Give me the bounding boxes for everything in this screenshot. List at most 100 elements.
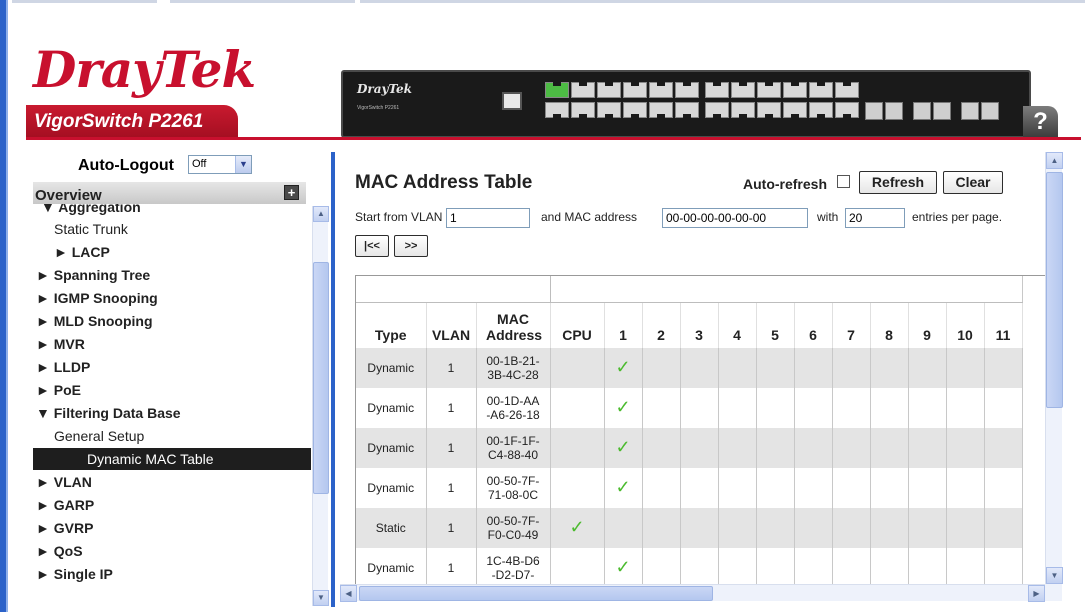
switch-port-17	[757, 82, 781, 98]
cell-port-3	[680, 428, 719, 468]
sfp-port	[865, 102, 883, 120]
sidebar-item-label: ► IGMP Snooping	[36, 290, 158, 306]
cell-type: Static	[356, 508, 427, 548]
cell-port-10	[946, 548, 985, 584]
switch-port-5	[597, 82, 621, 98]
cell-type: Dynamic	[356, 468, 427, 508]
sidebar-item-gvrp[interactable]: ► GVRP	[33, 517, 311, 539]
entries-per-page-input[interactable]: 20	[845, 208, 905, 228]
cell-cpu	[550, 388, 605, 428]
chevron-down-icon[interactable]: ▼	[235, 156, 251, 173]
col-header-port-8: 8	[870, 302, 909, 348]
mac-address-input[interactable]: 00-00-00-00-00-00	[662, 208, 808, 228]
cell-port-7	[832, 428, 871, 468]
switch-port-19	[783, 82, 807, 98]
scroll-down-icon[interactable]: ▼	[313, 590, 329, 606]
cell-port-4	[718, 468, 757, 508]
switch-front-panel-image: DrayTek VigorSwitch P2261	[341, 70, 1031, 138]
sidebar-item-igmp-snooping[interactable]: ► IGMP Snooping	[33, 287, 311, 309]
model-name: VigorSwitch P2261	[34, 111, 204, 132]
cell-mac-address: 00-1F-1F- C4-88-40	[476, 428, 551, 468]
start-vlan-input[interactable]: 1	[446, 208, 530, 228]
sidebar-item-garp[interactable]: ► GARP	[33, 494, 311, 516]
sidebar-item-qos[interactable]: ► QoS	[33, 540, 311, 562]
col-header-mac-address-text: MAC Address	[486, 311, 543, 343]
cell-port-2	[642, 468, 681, 508]
scrollbar-corner	[1045, 584, 1062, 601]
autologout-select[interactable]: Off ▼	[188, 155, 252, 174]
cell-port-7	[832, 348, 871, 388]
mac-line-2: 3B-4C-28	[487, 368, 539, 382]
model-banner: VigorSwitch P2261	[26, 105, 238, 137]
clear-button[interactable]: Clear	[943, 171, 1003, 194]
main-horizontal-scrollbar[interactable]: ◀ ▶	[340, 584, 1062, 602]
auto-refresh-checkbox[interactable]	[837, 175, 850, 188]
cell-vlan: 1	[426, 348, 477, 388]
sidebar-item-single-ip[interactable]: ► Single IP	[33, 563, 311, 585]
sidebar-item-aggregation[interactable]: ▼ Aggregation	[33, 204, 311, 218]
switch-port-10	[649, 102, 673, 118]
sidebar-item-vlan[interactable]: ► VLAN	[33, 471, 311, 493]
cell-port-6	[794, 428, 833, 468]
sidebar-item-spanning-tree[interactable]: ► Spanning Tree	[33, 264, 311, 286]
switch-port-13	[705, 82, 729, 98]
overview-label: Overview	[35, 187, 102, 204]
sidebar-item-filtering-data-base[interactable]: ▼ Filtering Data Base	[33, 402, 311, 424]
window-top-strip	[0, 0, 1085, 12]
cell-port-1: ✓	[604, 348, 643, 388]
scroll-down-icon[interactable]: ▼	[1046, 567, 1063, 584]
sidebar-item-general-setup[interactable]: General Setup	[33, 425, 311, 447]
mac-line-1: 00-1B-21-	[486, 354, 540, 368]
help-button[interactable]: ?	[1023, 106, 1058, 138]
cell-vlan: 1	[426, 508, 477, 548]
sfp-port	[961, 102, 979, 120]
refresh-button[interactable]: Refresh	[859, 171, 937, 194]
first-page-button[interactable]: |<<	[355, 235, 389, 257]
main-hscroll-thumb[interactable]	[359, 586, 713, 601]
sidebar-scroll-thumb[interactable]	[313, 262, 329, 494]
next-page-button[interactable]: >>	[394, 235, 428, 257]
cell-vlan: 1	[426, 468, 477, 508]
cell-port-11	[984, 348, 1023, 388]
cell-vlan: 1	[426, 388, 477, 428]
frame-divider[interactable]	[331, 152, 335, 607]
scroll-up-icon[interactable]: ▲	[313, 206, 329, 222]
switch-port-7	[623, 82, 647, 98]
scroll-up-icon[interactable]: ▲	[1046, 152, 1063, 169]
cell-port-6	[794, 508, 833, 548]
cell-port-7	[832, 388, 871, 428]
sidebar-item-label: ► LACP	[54, 244, 110, 260]
scroll-left-icon[interactable]: ◀	[340, 585, 357, 602]
cell-port-3	[680, 508, 719, 548]
sidebar-item-poe[interactable]: ► PoE	[33, 379, 311, 401]
sidebar-item-mld-snooping[interactable]: ► MLD Snooping	[33, 310, 311, 332]
expand-plus-icon[interactable]: +	[284, 185, 299, 200]
sidebar-scrollbar[interactable]: ▲ ▼	[312, 206, 329, 606]
sidebar-item-dynamic-mac-table[interactable]: Dynamic MAC Table	[33, 448, 311, 470]
with-label: with	[817, 210, 839, 224]
cell-port-10	[946, 428, 985, 468]
scroll-right-icon[interactable]: ▶	[1028, 585, 1045, 602]
cell-port-11	[984, 508, 1023, 548]
check-icon: ✓	[615, 397, 631, 417]
table-row: Dynamic 1 1C-4B-D6 -D2-D7- ✓	[356, 548, 1023, 584]
main-vertical-scrollbar[interactable]: ▲ ▼	[1045, 152, 1063, 584]
cell-port-5	[756, 428, 795, 468]
sidebar-item-label: Static Trunk	[54, 221, 128, 237]
cell-port-4	[718, 548, 757, 584]
sfp-port	[933, 102, 951, 120]
cell-port-11	[984, 468, 1023, 508]
sidebar-item-lacp[interactable]: ► LACP	[33, 241, 311, 263]
sidebar-item-mvr[interactable]: ► MVR	[33, 333, 311, 355]
main-scroll-thumb[interactable]	[1046, 172, 1063, 408]
cell-port-11	[984, 548, 1023, 584]
cell-port-3	[680, 348, 719, 388]
cell-port-10	[946, 468, 985, 508]
sidebar-item-lldp[interactable]: ► LLDP	[33, 356, 311, 378]
table-spacer-row	[356, 276, 1023, 303]
sidebar-item-static-trunk[interactable]: Static Trunk	[33, 218, 311, 240]
cell-port-7	[832, 548, 871, 584]
overview-header[interactable]: Overview +	[33, 182, 306, 204]
cell-port-2	[642, 428, 681, 468]
cell-port-3	[680, 548, 719, 584]
